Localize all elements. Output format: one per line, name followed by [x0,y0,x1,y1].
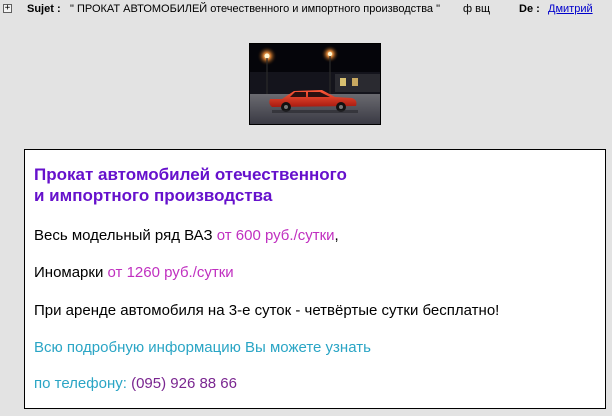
phone-number: (095) 926 88 66 [131,375,237,392]
phone-line: по телефону: (095) 926 88 66 [34,375,237,392]
ad-title-line-1: Прокат автомобилей отечественного [34,165,347,184]
vaz-suffix: , [334,227,339,244]
vaz-line: Весь модельный ряд ВАЗ от 600 руб./сутки… [34,227,339,244]
info-line: Всю подробную информацию Вы можете узнат… [34,339,371,356]
foreign-line: Иномарки от 1260 руб./сутки [34,264,234,281]
vaz-price: от 600 руб./сутки [216,227,335,244]
message-header: + Sujet : " ПРОКАТ АВТОМОБИЛЕЙ отечестве… [0,0,612,20]
phone-label: по телефону: [34,375,132,392]
foreign-price: от 1260 руб./сутки [107,264,234,281]
vaz-text: Весь модельный ряд ВАЗ [34,227,217,244]
car-picture [249,43,381,125]
ad-title: Прокат автомобилей отечественного и импо… [34,164,347,206]
subject-text: " ПРОКАТ АВТОМОБИЛЕЙ отечественного и им… [70,3,441,15]
ad-title-line-2: и импортного производства [34,186,273,205]
author-label: De : [519,3,540,15]
ad-box: Прокат автомобилей отечественного и импо… [24,149,606,409]
foreign-text: Иномарки [34,264,108,281]
subject-label: Sujet : [27,3,61,15]
promo-line: При аренде автомобиля на 3-е суток - чет… [34,302,500,319]
author-link[interactable]: Дмитрий [548,3,593,15]
expand-icon[interactable]: + [3,4,12,13]
subject-code: ф вщ [463,3,491,15]
